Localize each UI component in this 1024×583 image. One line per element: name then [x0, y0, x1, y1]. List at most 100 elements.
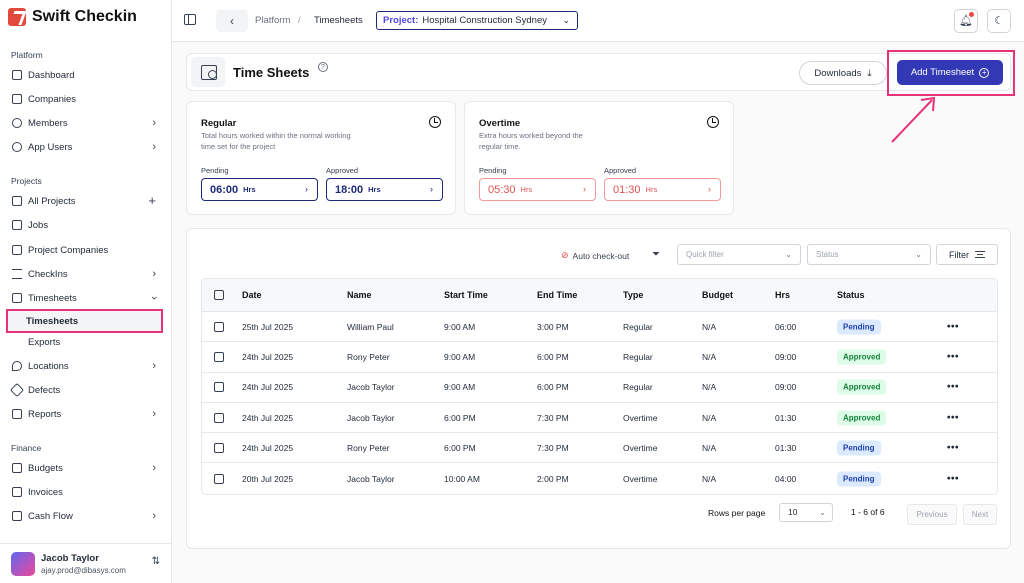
sidebar-item-companies[interactable]: Companies	[6, 89, 166, 109]
sidebar-item-jobs[interactable]: Jobs	[6, 215, 166, 235]
previous-page-button[interactable]: Previous	[907, 504, 957, 525]
sidebar-subitem-exports[interactable]: Exports	[10, 332, 170, 352]
row-checkbox[interactable]	[214, 473, 224, 484]
row-checkbox[interactable]	[214, 442, 224, 453]
user-name: Jacob Taylor	[41, 552, 99, 564]
row-actions-icon[interactable]: •••	[947, 351, 959, 362]
sidebar-item-cash-flow[interactable]: Cash Flow ›	[6, 506, 166, 526]
column-header-date[interactable]: Date	[242, 290, 262, 300]
folder-icon	[12, 196, 22, 206]
cell-end-time: 6:00 PM	[537, 351, 569, 362]
row-actions-icon[interactable]: •••	[947, 382, 959, 393]
overtime-approved-label: Approved	[604, 166, 637, 175]
project-selector-label: Project:	[383, 15, 419, 26]
row-checkbox[interactable]	[214, 382, 224, 393]
wallet-icon	[12, 463, 22, 473]
sidebar-item-members[interactable]: Members ›	[6, 113, 166, 133]
filter-lines-icon	[975, 251, 985, 258]
column-header-type[interactable]: Type	[623, 290, 643, 300]
cell-date: 24th Jul 2025	[242, 382, 294, 393]
row-actions-icon[interactable]: •••	[947, 473, 959, 484]
app-logo[interactable]: Swift Checkin	[8, 8, 137, 26]
list-check-icon	[12, 269, 22, 279]
regular-pending-label: Pending	[201, 166, 229, 175]
sidebar-toggle-icon[interactable]	[184, 14, 196, 25]
cell-type: Overtime	[623, 442, 658, 453]
sidebar-item-all-projects[interactable]: All Projects +	[6, 191, 166, 211]
logo-mark-icon	[8, 8, 26, 26]
select-all-checkbox[interactable]	[214, 290, 224, 300]
quick-filter-select[interactable]: Quick filter ⌄	[677, 244, 801, 265]
back-button[interactable]: ‹	[216, 10, 248, 32]
row-actions-icon[interactable]: •••	[947, 321, 959, 332]
sidebar-item-budgets[interactable]: Budgets ›	[6, 458, 166, 478]
overtime-approved-box[interactable]: 01:30 Hrs ›	[604, 178, 721, 201]
row-checkbox[interactable]	[214, 321, 224, 332]
notification-dot	[969, 12, 974, 17]
status-placeholder: Status	[816, 250, 839, 259]
help-icon[interactable]: ?	[318, 62, 328, 72]
plus-icon[interactable]: +	[148, 193, 156, 208]
regular-approved-value: 18:00	[335, 183, 364, 196]
theme-toggle-button[interactable]: ☾	[987, 9, 1011, 33]
downloads-button[interactable]: Downloads ⤓	[799, 61, 887, 85]
table-row[interactable]: 24th Jul 2025 Rony Peter 6:00 PM 7:30 PM Ove…	[202, 433, 997, 464]
table-row[interactable]: 25th Jul 2025 William Paul 9:00 AM 3:00 PM R…	[202, 312, 997, 343]
sidebar-item-app-users[interactable]: App Users ›	[6, 137, 166, 157]
chevron-right-icon: ›	[305, 184, 308, 194]
table-row[interactable]: 24th Jul 2025 Rony Peter 9:00 AM 6:00 PM Reg…	[202, 342, 997, 373]
regular-pending-box[interactable]: 06:00 Hrs ›	[201, 178, 318, 201]
breadcrumb-separator: /	[298, 15, 301, 26]
breadcrumb-platform[interactable]: Platform	[255, 15, 290, 26]
sidebar-item-checkins[interactable]: CheckIns ›	[6, 264, 166, 284]
sidebar-item-locations[interactable]: Locations ›	[6, 356, 166, 376]
sidebar-item-timesheets[interactable]: Timesheets ›	[6, 288, 166, 308]
project-selector[interactable]: Project: Hospital Construction Sydney ⌄	[376, 11, 578, 30]
row-actions-icon[interactable]: •••	[947, 442, 959, 453]
row-checkbox[interactable]	[214, 351, 224, 362]
sidebar-item-reports[interactable]: Reports ›	[6, 404, 166, 424]
section-label-platform: Platform	[11, 50, 43, 60]
sidebar-item-project-companies[interactable]: Project Companies	[6, 240, 166, 260]
rows-per-page-select[interactable]: 10 ⌄	[779, 503, 833, 522]
overtime-pending-box[interactable]: 05:30 Hrs ›	[479, 178, 596, 201]
downloads-label: Downloads	[814, 67, 862, 79]
cell-hrs: 01:30	[775, 412, 797, 423]
column-header-budget[interactable]: Budget	[702, 290, 733, 300]
sidebar-item-defects[interactable]: Defects	[6, 380, 166, 400]
filter-button[interactable]: Filter	[936, 244, 998, 265]
table-row[interactable]: 24th Jul 2025 Jacob Taylor 6:00 PM 7:30 PM O…	[202, 403, 997, 434]
column-header-name[interactable]: Name	[347, 290, 372, 300]
sidebar-item-invoices[interactable]: Invoices	[6, 482, 166, 502]
funnel-icon[interactable]: ⏷	[652, 249, 660, 260]
status-select[interactable]: Status ⌄	[807, 244, 931, 265]
sidebar-subitem-timesheets[interactable]: Timesheets	[6, 309, 163, 333]
auto-checkout-button[interactable]: ⊘ Auto check-out	[561, 250, 629, 261]
notifications-button[interactable]: 🔔︎	[954, 9, 978, 33]
breadcrumb-timesheets: Timesheets	[314, 15, 363, 26]
sidebar-item-label: Timesheets	[28, 292, 77, 304]
row-actions-icon[interactable]: •••	[947, 412, 959, 423]
cell-name: Rony Peter	[347, 351, 390, 362]
cell-budget: N/A	[702, 412, 717, 423]
cell-end-time: 2:00 PM	[537, 473, 569, 484]
table-row[interactable]: 24th Jul 2025 Jacob Taylor 9:00 AM 6:00 PM R…	[202, 373, 997, 403]
status-badge: Pending	[837, 440, 881, 456]
table-row[interactable]: 20th Jul 2025 Jacob Taylor 10:00 AM 2:00 PM…	[202, 463, 997, 493]
cell-budget: N/A	[702, 321, 717, 332]
wrench-icon	[9, 382, 25, 398]
chevron-right-icon: ›	[152, 510, 156, 522]
column-header-start-time[interactable]: Start Time	[444, 290, 488, 300]
sidebar-item-label: CheckIns	[28, 268, 68, 280]
regular-approved-box[interactable]: 18:00 Hrs ›	[326, 178, 443, 201]
next-page-button[interactable]: Next	[963, 504, 997, 525]
column-header-end-time[interactable]: End Time	[537, 290, 577, 300]
section-label-finance: Finance	[11, 443, 42, 453]
filter-label: Filter	[949, 249, 969, 260]
cell-hrs: 09:00	[775, 351, 797, 362]
column-header-status[interactable]: Status	[837, 290, 865, 300]
sidebar-item-dashboard[interactable]: Dashboard	[6, 65, 166, 85]
user-menu[interactable]: Jacob Taylor ajay.prod@dibasys.com ⇅	[0, 543, 172, 583]
row-checkbox[interactable]	[214, 412, 224, 423]
column-header-hrs[interactable]: Hrs	[775, 290, 790, 300]
